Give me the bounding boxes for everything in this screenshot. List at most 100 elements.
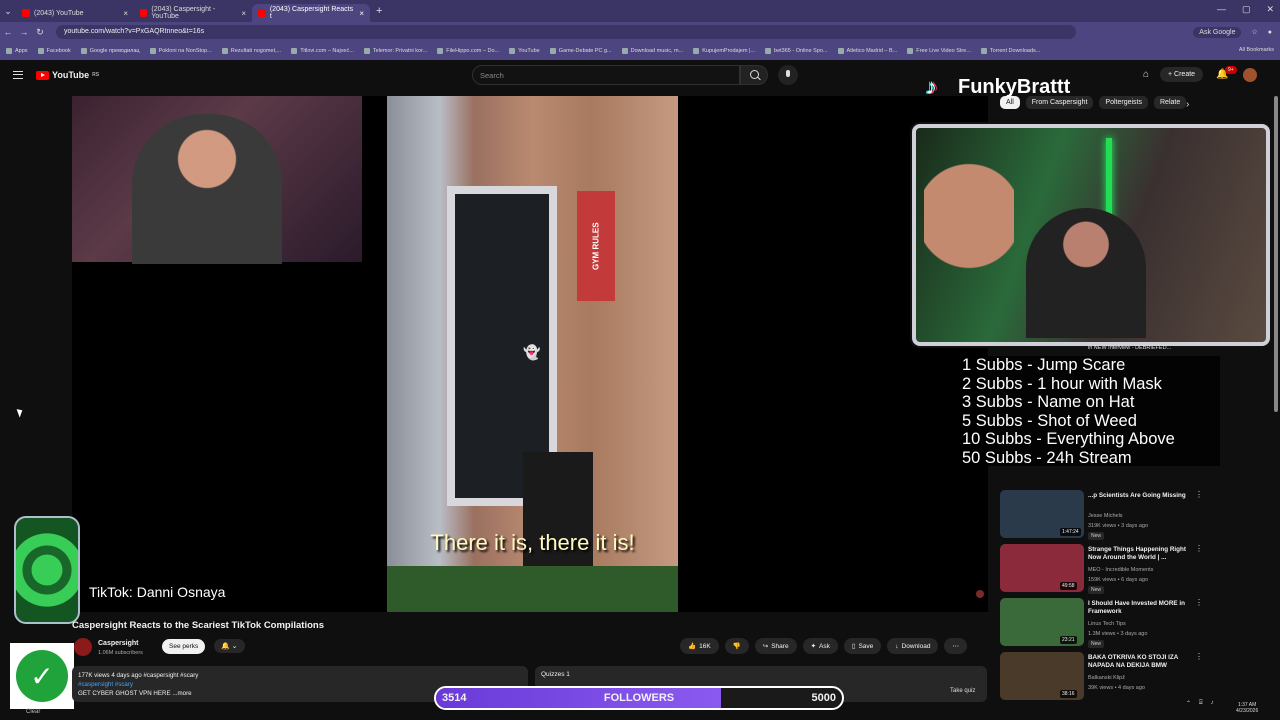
chevron-right-icon[interactable]: › xyxy=(1186,99,1189,110)
new-tab-button[interactable]: + xyxy=(376,5,382,17)
bookmark-item[interactable]: Atletico Madrid – B... xyxy=(837,48,897,54)
url-field[interactable]: youtube.com/watch?v=PxGAQRtnneo&t=16s xyxy=(56,25,1076,39)
channel-watermark-icon[interactable] xyxy=(976,590,984,598)
browser-tab[interactable]: (2043) Caspersight - YouTube × xyxy=(134,4,252,22)
tiktok-icon: ♪ xyxy=(926,74,937,99)
close-tab-icon[interactable]: × xyxy=(123,9,128,18)
browser-tab-bar: ⌄ (2043) YouTube × (2043) Caspersight - Y… xyxy=(0,0,1280,22)
all-bookmarks-button[interactable]: All Bookmarks xyxy=(1239,47,1274,53)
share-button[interactable]: ↪ Share xyxy=(754,638,797,654)
tab-search-icon[interactable]: ⌄ xyxy=(0,6,16,17)
mouse-cursor-icon xyxy=(16,407,25,418)
chevron-up-icon[interactable]: ⌃ xyxy=(1186,700,1191,707)
volume-icon[interactable]: ♪ xyxy=(1211,700,1214,707)
channel-name[interactable]: Balkanski Klipž xyxy=(1088,674,1125,682)
gym-rules-sign: GYM RULES xyxy=(577,191,615,301)
voice-search-button[interactable] xyxy=(778,65,798,85)
download-button[interactable]: ↓ Download xyxy=(887,638,939,654)
cast-icon[interactable]: ⌂ xyxy=(1143,69,1149,80)
more-options-icon[interactable]: ⋮ xyxy=(1195,598,1203,607)
checkmark-icon: ✓ xyxy=(16,650,68,702)
ask-button[interactable]: ✦ Ask xyxy=(802,638,838,654)
maximize-icon[interactable]: ▢ xyxy=(1242,4,1251,15)
see-perks-button[interactable]: See perks xyxy=(162,639,206,654)
more-actions-button[interactable]: ⋯ xyxy=(944,638,967,654)
ask-google-button[interactable]: Ask Google xyxy=(1193,26,1242,38)
recommendation-item[interactable]: 38:16 BAKA OTKRIVA KO STOJI IZA NAPADA N… xyxy=(1000,652,1203,702)
video-title[interactable]: ...p Scientists Are Going Missing xyxy=(1088,492,1188,500)
page-scrollbar[interactable] xyxy=(1274,96,1278,412)
minimize-icon[interactable]: — xyxy=(1217,4,1226,15)
like-button[interactable]: 👍 16K xyxy=(680,638,719,654)
sub-goal-item: 3 Subbs - Name on Hat xyxy=(962,393,1135,411)
bookmark-item[interactable]: KupujemProdajem |... xyxy=(693,48,755,54)
reactor-person xyxy=(132,114,282,264)
bookmark-item[interactable]: Apps xyxy=(6,48,28,54)
bookmark-item[interactable]: Pokloni na NonStop... xyxy=(149,48,212,54)
bookmark-item[interactable]: bet365 - Online Spo... xyxy=(765,48,828,54)
network-icon[interactable]: ⌸ xyxy=(1199,700,1203,707)
reload-icon[interactable]: ↻ xyxy=(32,27,48,38)
channel-name[interactable]: Linus Tech Tips xyxy=(1088,620,1126,628)
save-button[interactable]: ▯ Save xyxy=(843,638,882,654)
bookmark-item[interactable]: Free Live Video Stre... xyxy=(907,48,971,54)
browser-tab[interactable]: (2043) YouTube × xyxy=(16,4,134,22)
recommendation-item[interactable]: 1:47:24 ...p Scientists Are Going Missin… xyxy=(1000,490,1203,540)
video-stats: 1.3M views • 3 days ago xyxy=(1088,631,1148,637)
system-clock[interactable]: 1:37 AM 4/23/2026 xyxy=(1236,702,1258,714)
avatar[interactable] xyxy=(1243,68,1257,82)
video-title[interactable]: I Should Have Invested MORE in Framework xyxy=(1088,600,1188,616)
hamburger-menu-icon[interactable] xyxy=(13,71,23,79)
bookmark-item[interactable]: Facebook xyxy=(37,48,71,54)
streamer-name: FunkyBrattt xyxy=(958,75,1071,98)
channel-avatar[interactable] xyxy=(74,638,92,656)
take-quiz-button[interactable]: Take quiz xyxy=(950,688,975,694)
bookmark-item[interactable]: Google преводилац xyxy=(80,48,140,54)
streamer-person xyxy=(1026,208,1146,338)
video-subtitle: There it is, there it is! xyxy=(430,530,635,555)
more-options-icon[interactable]: ⋮ xyxy=(1195,544,1203,553)
browser-tab-active[interactable]: (2043) Caspersight Reacts t × xyxy=(252,4,370,22)
duration-badge: 49:58 xyxy=(1060,582,1077,590)
close-window-icon[interactable]: ✕ xyxy=(1266,4,1274,15)
show-more-link[interactable]: ...more xyxy=(172,690,191,697)
channel-name[interactable]: Jesse Michels xyxy=(1088,512,1123,520)
bookmark-item[interactable]: YouTube xyxy=(509,48,540,54)
video-title[interactable]: Strange Things Happening Right Now Aroun… xyxy=(1088,546,1188,562)
bookmark-item[interactable]: Torrent Downloads... xyxy=(980,48,1040,54)
recommendation-item[interactable]: 49:58 Strange Things Happening Right Now… xyxy=(1000,544,1203,594)
youtube-logo[interactable]: YouTube RS xyxy=(36,70,99,80)
subscription-bell-button[interactable]: 🔔 ⌄ xyxy=(214,639,245,653)
close-tab-icon[interactable]: × xyxy=(359,9,364,18)
region-code: RS xyxy=(92,72,100,78)
bookmark-item[interactable]: Download music, m... xyxy=(621,48,683,54)
like-count: 16K xyxy=(699,642,711,650)
video-stats: 319K views • 3 days ago xyxy=(1088,523,1149,529)
chip-poltergeists[interactable]: Poltergeists xyxy=(1099,96,1148,109)
video-title[interactable]: BAKA OTKRIVA KO STOJI IZA NAPADA NA DEKI… xyxy=(1088,654,1188,670)
create-button[interactable]: + Create xyxy=(1160,67,1204,82)
profile-icon[interactable]: ● xyxy=(1268,29,1272,36)
search-button[interactable] xyxy=(740,65,768,85)
bookmark-item[interactable]: Game-Debate PC g... xyxy=(549,48,612,54)
bookmark-item[interactable]: Rezultati nogomet,... xyxy=(221,48,281,54)
channel-name[interactable]: MEO - Incredible Moments xyxy=(1088,566,1153,574)
dislike-button[interactable]: 👎 xyxy=(724,638,749,654)
description-meta: 177K views 4 days ago #caspersight #scar… xyxy=(78,672,199,679)
chip-related[interactable]: Relate xyxy=(1154,96,1187,109)
youtube-favicon-icon xyxy=(258,9,266,17)
forward-icon[interactable]: → xyxy=(16,27,32,37)
recommendation-item[interactable]: 23:21 I Should Have Invested MORE in Fra… xyxy=(1000,598,1203,648)
bookmark-item[interactable]: Telemor: Privatni kor... xyxy=(363,48,427,54)
video-player[interactable]: GYM RULES 👻 There it is, there it is! Ti… xyxy=(72,96,988,612)
search-input[interactable]: Search xyxy=(472,65,740,85)
back-icon[interactable]: ← xyxy=(0,27,16,37)
more-options-icon[interactable]: ⋮ xyxy=(1195,652,1203,661)
bookmark-item[interactable]: Titlovi.com – Najveć... xyxy=(291,48,354,54)
more-options-icon[interactable]: ⋮ xyxy=(1195,490,1203,499)
star-icon[interactable]: ☆ xyxy=(1251,28,1257,36)
close-tab-icon[interactable]: × xyxy=(241,9,246,18)
channel-name[interactable]: Caspersight xyxy=(98,640,138,647)
address-bar-row: ← → ↻ youtube.com/watch?v=PxGAQRtnneo&t=… xyxy=(0,22,1280,42)
bookmark-item[interactable]: FileHippo.com – Do... xyxy=(437,48,499,54)
